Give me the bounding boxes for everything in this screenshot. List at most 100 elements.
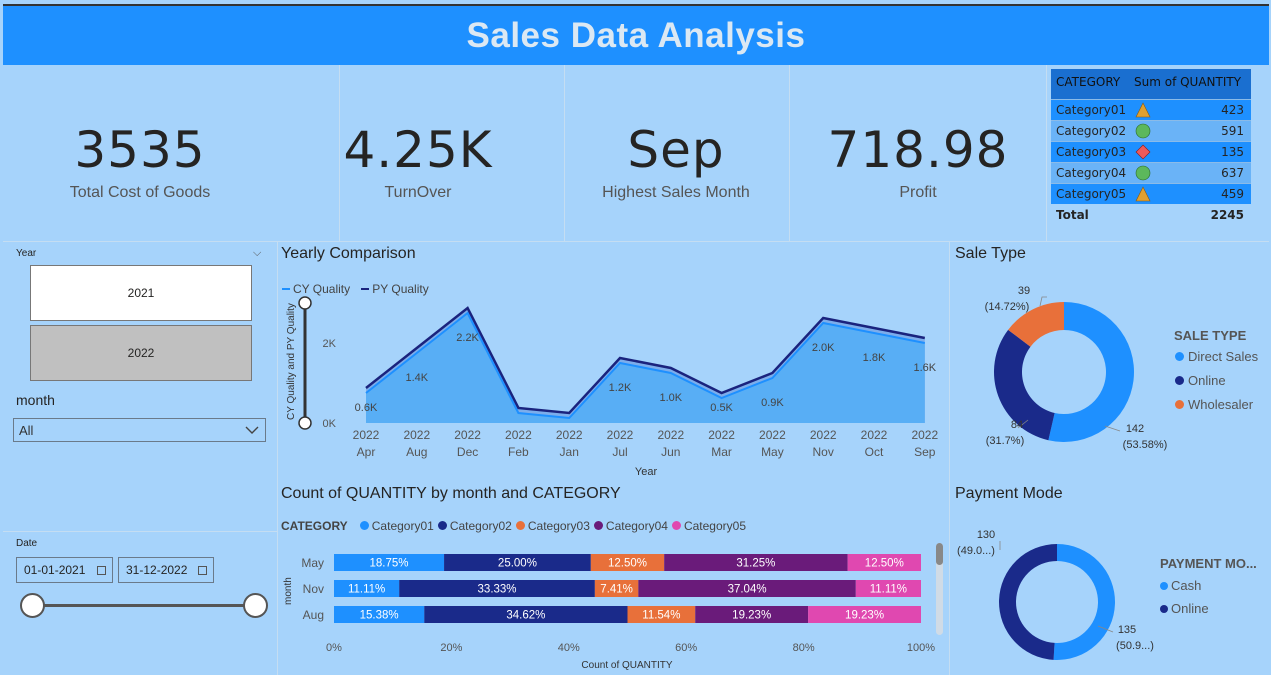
year-tile-2022[interactable]: 2022	[30, 325, 252, 381]
x-tick-label: 60%	[675, 642, 697, 654]
scrollbar[interactable]	[936, 543, 943, 635]
payment-mode-title: Payment Mode	[955, 485, 1063, 502]
chevron-down-icon[interactable]: ⌵	[253, 246, 261, 260]
month-dropdown[interactable]: All	[13, 418, 266, 442]
stacked-legend: CATEGORY Category01 Category02 Category03 C…	[281, 515, 750, 534]
x-tick-label: 2022	[861, 428, 888, 442]
x-tick-label: 2022	[556, 428, 583, 442]
payment-slice[interactable]	[999, 544, 1057, 660]
quantity-value: 135	[1221, 145, 1244, 159]
quantity-value: 637	[1221, 166, 1244, 180]
legend-item[interactable]: Category04	[593, 518, 668, 533]
data-label: 130	[977, 529, 995, 541]
year-slicer-label: Year	[16, 248, 37, 259]
kpi-turnover: 4.25K TurnOver	[318, 125, 518, 202]
table-row[interactable]: Category03 135	[1051, 141, 1251, 162]
legend-item[interactable]: Category01	[359, 519, 434, 533]
sale-type-legend: Direct Sales Online Wholesaler	[1175, 349, 1264, 421]
kpi-value: 3535	[74, 121, 206, 179]
table-row[interactable]: Category02 591	[1051, 120, 1251, 141]
y-axis-title: month	[283, 577, 294, 605]
data-label: (49.0...)	[957, 545, 995, 557]
data-label: 19.23%	[732, 610, 771, 622]
kpi-value: Sep	[627, 121, 725, 179]
y-range-slider-top-handle[interactable]	[298, 296, 312, 310]
date-slicer-label: Date	[16, 538, 38, 549]
x-tick-label: Jun	[661, 445, 680, 459]
data-label: 0.5K	[710, 402, 733, 414]
divider	[789, 65, 790, 241]
data-label: 11.54%	[642, 610, 680, 622]
table-row[interactable]: Category05 459	[1051, 183, 1251, 204]
x-tick-label: Sep	[914, 445, 936, 459]
data-label: 2.0K	[812, 342, 835, 354]
x-tick-label: 2022	[708, 428, 735, 442]
data-label: 0.9K	[761, 397, 784, 409]
legend-item[interactable]: Category02	[437, 519, 512, 533]
year-tile-2021[interactable]: 2021	[30, 265, 252, 321]
payment-slice[interactable]	[1053, 544, 1116, 660]
scrollbar-thumb[interactable]	[936, 543, 943, 565]
legend-title: CATEGORY	[281, 519, 348, 533]
column-header-category[interactable]: CATEGORY	[1051, 69, 1129, 99]
date-start-input[interactable]: 01-01-2021	[16, 557, 113, 583]
stacked-bar-chart[interactable]: month 0% 20% 40% 60% 80% 100% May 18.75% 25.00% 1…	[280, 540, 940, 675]
legend-swatch	[1175, 352, 1184, 361]
date-end-input[interactable]: 31-12-2022	[118, 557, 214, 583]
y-range-slider-bottom-handle[interactable]	[298, 416, 312, 430]
data-label: 1.4K	[405, 372, 428, 384]
legend-label: Wholesaler	[1188, 397, 1254, 412]
legend-swatch	[1175, 376, 1184, 385]
payment-mode-donut-chart[interactable]: 130 (49.0...) 135 (50.9...)	[950, 520, 1270, 675]
legend-item[interactable]: Online	[1160, 601, 1209, 616]
total-value: 2245	[1210, 208, 1244, 222]
sale-type-slice[interactable]	[994, 329, 1055, 441]
circle-ok-icon	[1129, 165, 1169, 181]
yearly-comparison-chart[interactable]: CY Quality and PY Quality 2K 0K 0.6K 1.4K…	[280, 290, 945, 485]
column-header-quantity[interactable]: Sum of QUANTITY	[1129, 69, 1251, 99]
divider	[1046, 65, 1047, 241]
y-tick-label: Aug	[303, 608, 324, 622]
legend-item[interactable]: Cash	[1160, 578, 1209, 593]
legend-item[interactable]: Category05	[671, 518, 746, 533]
kpi-label: TurnOver	[384, 184, 452, 201]
table-row[interactable]: Category01 423	[1051, 99, 1251, 120]
legend-item[interactable]: Online	[1175, 373, 1258, 388]
legend-item[interactable]: Category03	[515, 519, 590, 533]
header-bar: Sales Data Analysis	[3, 4, 1269, 65]
data-label: 135	[1118, 624, 1136, 636]
payment-legend-title: PAYMENT MO...	[1160, 556, 1257, 571]
legend-label: Cash	[1171, 578, 1202, 593]
table-row[interactable]: Category04 637	[1051, 162, 1251, 183]
category-table[interactable]: CATEGORY Sum of QUANTITY Category01 423 Ca…	[1051, 69, 1251, 226]
date-start-value: 01-01-2021	[24, 563, 86, 577]
payment-legend: Cash Online	[1160, 578, 1215, 624]
y-tick-label: Nov	[303, 582, 324, 596]
category-name: Category01	[1056, 103, 1127, 117]
x-tick-label: Jul	[612, 445, 627, 459]
category-name: Category02	[1056, 124, 1127, 138]
kpi-highest-month: Sep Highest Sales Month	[576, 125, 776, 202]
legend-swatch	[1175, 400, 1184, 409]
x-tick-label: 80%	[793, 642, 815, 654]
data-label: 7.41%	[600, 584, 633, 596]
kpi-label: Highest Sales Month	[602, 184, 750, 201]
stacked-chart-title: Count of QUANTITY by month and CATEGORY	[281, 485, 621, 502]
legend-item[interactable]: Wholesaler	[1175, 397, 1258, 412]
calendar-icon[interactable]	[97, 566, 106, 575]
calendar-icon[interactable]	[198, 566, 207, 575]
data-label: 19.23%	[845, 610, 884, 622]
data-label: 1.2K	[609, 382, 632, 394]
x-tick-label: Dec	[457, 445, 478, 459]
date-range-end-handle[interactable]	[243, 593, 268, 618]
x-tick-label: Nov	[813, 445, 834, 459]
legend-item[interactable]: Direct Sales	[1175, 349, 1258, 364]
legend-label: Category05	[683, 518, 746, 533]
date-range-start-handle[interactable]	[20, 593, 45, 618]
triangle-warning-icon	[1129, 102, 1169, 118]
legend-label: Category04	[605, 518, 668, 533]
data-label: 2.2K	[456, 332, 479, 344]
leader-line	[1104, 425, 1121, 432]
data-label: (50.9...)	[1116, 640, 1154, 652]
legend-label: Direct Sales	[1188, 349, 1259, 364]
